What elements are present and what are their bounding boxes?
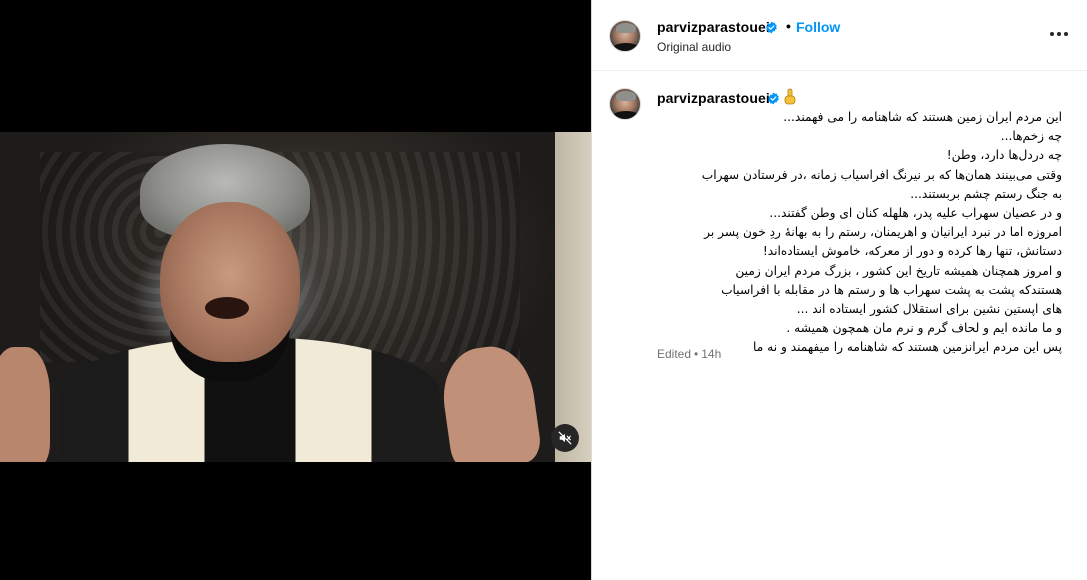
avatar[interactable]: [609, 20, 641, 52]
caption-line: وقتی می‌بینند همان‌ها که بر نیرنگ افراسی…: [701, 167, 1062, 182]
post-sidebar: parvizparastouei • Follow Original audio…: [591, 0, 1087, 580]
caption-meta: Edited • 14h: [657, 347, 721, 361]
caption-line: دستانش، تنها رها کرده و دور از معرکه، خا…: [762, 244, 1062, 259]
verified-badge-icon: [766, 21, 777, 34]
video-background-wall: [555, 132, 591, 462]
video-hand-left: [0, 347, 50, 462]
caption-line: چه زخم‌ها...: [1000, 129, 1062, 144]
pointing-down-hand-emoji: [784, 88, 796, 105]
post-header: parvizparastouei • Follow Original audio: [592, 0, 1087, 71]
video-face: [160, 202, 300, 362]
video-mouth: [205, 297, 249, 319]
caption-line: این مردم ایران زمین هستند که شاهنامه را …: [783, 110, 1062, 124]
caption-line: هستندکه پشت به پشت سهراب ها و رستم ها در…: [721, 282, 1062, 297]
speaker-muted-icon: [558, 431, 572, 445]
post-media[interactable]: [0, 0, 591, 580]
caption-line: به جنگ رستم چشم بربستند...: [910, 186, 1062, 201]
meta-separator: •: [694, 347, 699, 361]
header-username[interactable]: parvizparastouei: [657, 19, 770, 35]
original-audio-link[interactable]: Original audio: [657, 40, 731, 54]
more-options-button[interactable]: [1044, 22, 1074, 46]
separator-dot: •: [786, 18, 791, 34]
caption-line: چه دردل‌ها دارد، وطن!: [946, 148, 1062, 163]
caption-line: و امروز همچنان همیشه تاریخ این کشور ، بز…: [735, 263, 1062, 278]
caption-line: و ما مانده ایم و لحاف گرم و نرم مان همچو…: [786, 321, 1062, 336]
caption-section: parvizparastouei این مردم ایران زمین هست…: [592, 72, 1087, 580]
more-options-icon: [1050, 32, 1054, 36]
caption-line: های اپستین نشین برای استقلال کشور ایستاد…: [796, 302, 1062, 317]
caption-line: و در عصیان سهراب علیه پدر، هلهله کنان ای…: [769, 206, 1062, 221]
follow-button[interactable]: Follow: [796, 19, 840, 35]
verified-badge-icon: [768, 92, 779, 105]
caption-text: این مردم ایران زمین هستند که شاهنامه را …: [612, 108, 1062, 358]
timestamp[interactable]: 14h: [701, 347, 721, 361]
edited-label: Edited: [657, 347, 692, 361]
video-player[interactable]: [0, 132, 591, 462]
mute-button[interactable]: [551, 424, 579, 452]
caption-line: امروزه اما در نبرد ایرانیان و اهریمنان، …: [704, 225, 1062, 240]
caption-username[interactable]: parvizparastouei: [657, 90, 770, 106]
